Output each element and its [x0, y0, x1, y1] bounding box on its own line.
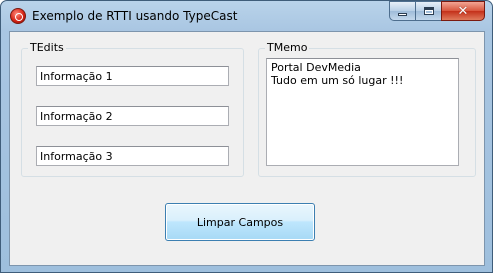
minimize-icon [398, 12, 407, 16]
edit-field-2[interactable] [36, 106, 229, 126]
window-title: Exemplo de RTTI usando TypeCast [32, 9, 238, 23]
app-window: Exemplo de RTTI usando TypeCast ✕ TEdits [0, 0, 493, 273]
caption-buttons: ✕ [389, 1, 485, 22]
memo-line-2: Tudo em um só lugar !!! [271, 74, 404, 87]
close-button[interactable]: ✕ [441, 1, 485, 21]
memo-line-1: Portal DevMedia [271, 61, 361, 74]
edit-input-1[interactable] [37, 67, 228, 85]
title-bar[interactable]: Exemplo de RTTI usando TypeCast ✕ [1, 1, 492, 31]
tmemo-groupbox: TMemo Portal DevMedia Tudo em um só luga… [258, 41, 476, 177]
memo-textarea[interactable]: Portal DevMedia Tudo em um só lugar !!! [266, 58, 459, 166]
minimize-button[interactable] [389, 1, 415, 21]
edit-field-1[interactable] [36, 66, 229, 86]
tedits-groupbox: TEdits [21, 41, 244, 177]
maximize-icon [423, 7, 434, 15]
tmemo-group-label: TMemo [265, 41, 310, 54]
edit-field-3[interactable] [36, 146, 229, 166]
form-client-area: TEdits TMemo Portal DevMedia Tudo em um … [9, 31, 485, 266]
clear-fields-button[interactable]: Limpar Campos [165, 203, 315, 241]
maximize-button[interactable] [415, 1, 441, 21]
edit-input-3[interactable] [37, 147, 228, 165]
close-icon: ✕ [457, 3, 469, 19]
app-icon[interactable] [10, 8, 26, 24]
edit-input-2[interactable] [37, 107, 228, 125]
tedits-group-label: TEdits [28, 41, 66, 54]
